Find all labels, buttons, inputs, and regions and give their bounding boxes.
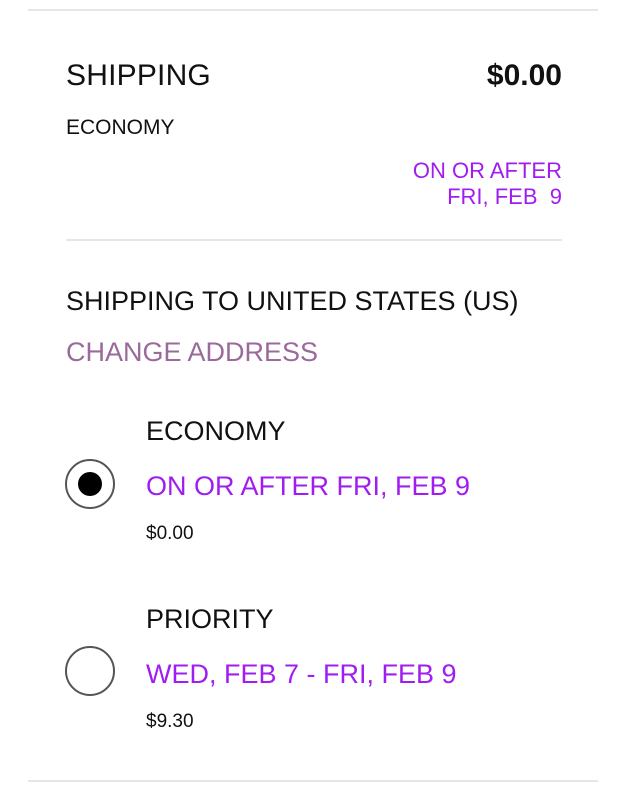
shipping-destination-label: SHIPPING TO UNITED STATES (US) bbox=[66, 286, 519, 316]
radio-selected-icon[interactable] bbox=[65, 459, 115, 509]
shipping-summary-method: ECONOMY bbox=[66, 116, 175, 139]
shipping-summary-price: $0.00 bbox=[486, 59, 562, 92]
radio-unselected-icon[interactable] bbox=[65, 646, 115, 696]
shipping-option-eta: ON OR AFTER FRI, FEB 9 bbox=[146, 471, 471, 501]
change-address-link[interactable]: CHANGE ADDRESS bbox=[66, 335, 318, 369]
radio-dot bbox=[78, 472, 102, 496]
shipping-option-priority[interactable]: PRIORITY WED, FEB 7 - FRI, FEB 9 $9.30 bbox=[0, 602, 639, 742]
summary-divider bbox=[66, 239, 562, 241]
shipping-option-economy[interactable]: ECONOMY ON OR AFTER FRI, FEB 9 $0.00 bbox=[0, 414, 639, 554]
shipping-option-eta: WED, FEB 7 - FRI, FEB 9 bbox=[146, 659, 457, 689]
shipping-option-price: $0.00 bbox=[146, 523, 194, 544]
shipping-summary-eta-line2: FRI, FEB 9 bbox=[447, 184, 562, 209]
shipping-option-price: $9.30 bbox=[146, 711, 194, 732]
shipping-summary-title: SHIPPING bbox=[66, 59, 211, 92]
shipping-option-name: ECONOMY bbox=[146, 416, 286, 446]
top-divider bbox=[28, 9, 598, 11]
bottom-divider bbox=[28, 780, 598, 782]
shipping-summary-eta-line1: ON OR AFTER bbox=[412, 158, 562, 183]
shipping-summary-eta: ON OR AFTER FRI, FEB 9 bbox=[302, 158, 562, 210]
shipping-option-name: PRIORITY bbox=[146, 604, 274, 634]
